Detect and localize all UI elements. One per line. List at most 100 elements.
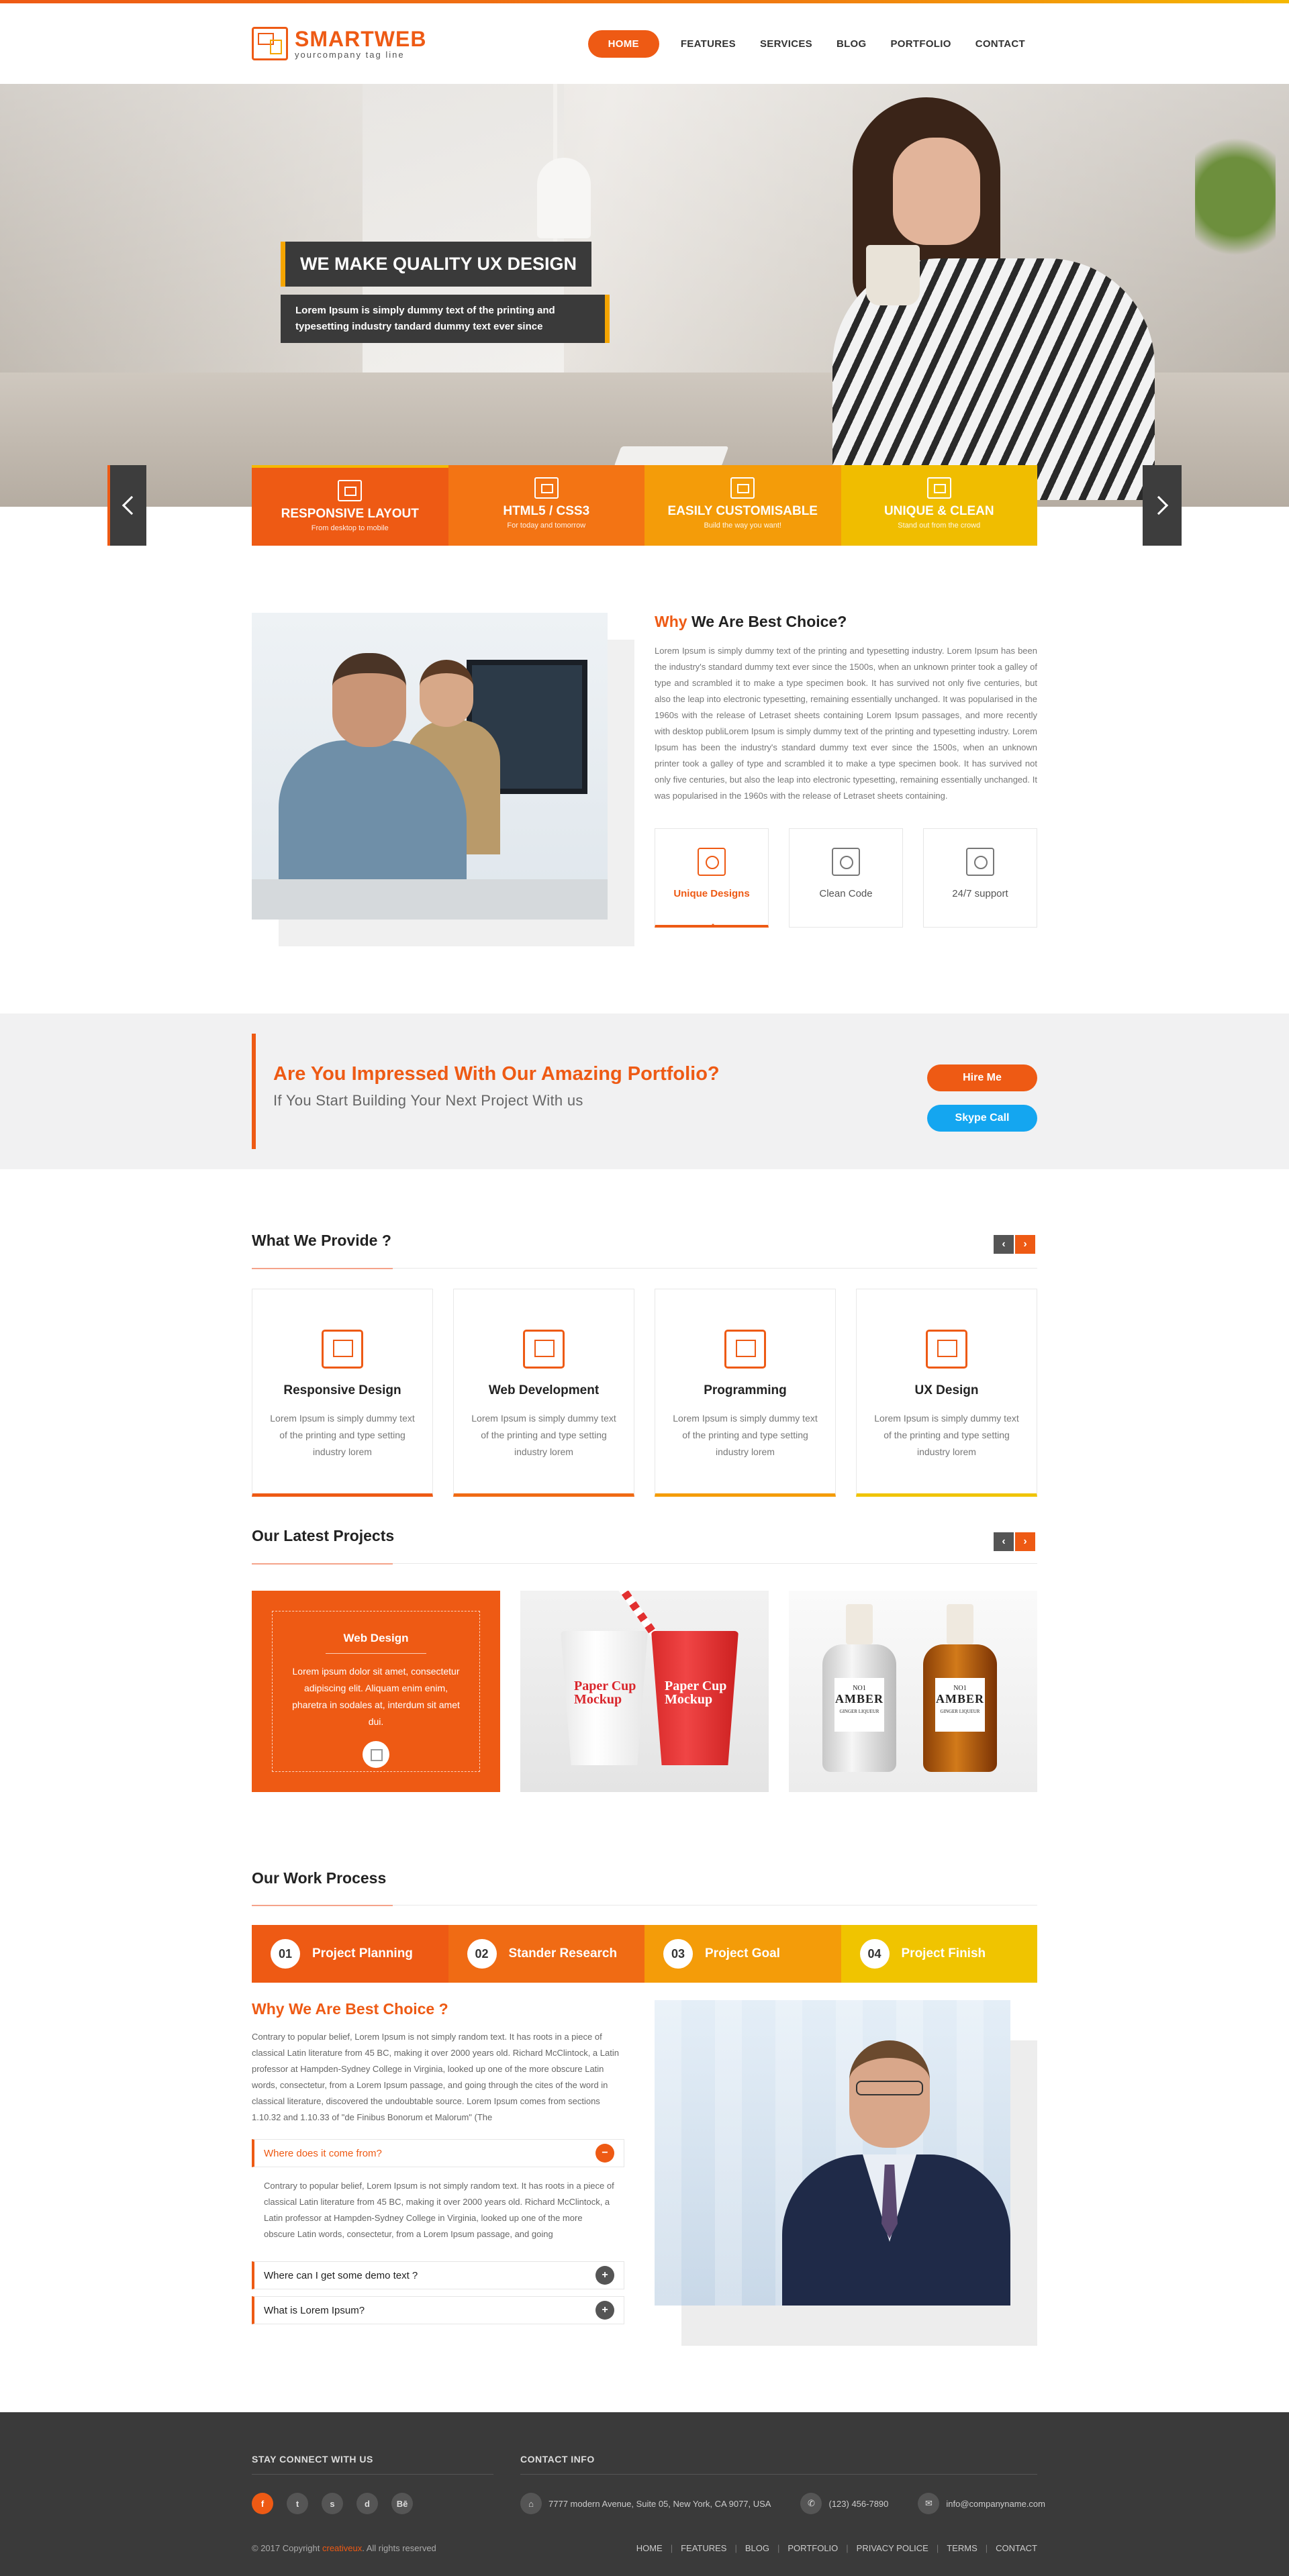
paper-cup-image: Paper Cup Mockup	[651, 1631, 738, 1765]
footer-link-features[interactable]: FEATURES	[681, 2543, 726, 2553]
plus-icon[interactable]: +	[595, 2266, 614, 2285]
slider-prev-button[interactable]	[107, 465, 146, 546]
ux-design-icon	[926, 1330, 967, 1369]
feature-easily-customisable[interactable]: EASILY CUSTOMISABLE Build the way you wa…	[644, 465, 841, 546]
service-card[interactable]: Web Development Lorem Ipsum is simply du…	[453, 1289, 634, 1497]
projects-prev-button[interactable]: ‹	[994, 1532, 1014, 1551]
card-support[interactable]: 24/7 support	[923, 828, 1037, 928]
projects-title: Our Latest Projects	[252, 1527, 395, 1544]
responsive-icon	[338, 480, 363, 501]
step-number: 04	[859, 1939, 890, 1969]
section-divider	[252, 1268, 1037, 1269]
nav-item-contact[interactable]: CONTACT	[963, 30, 1037, 58]
copyright: © 2017 Copyright creativeux. All rights …	[252, 2543, 436, 2553]
image-icon[interactable]	[363, 1741, 389, 1768]
provide-next-button[interactable]: ›	[1015, 1235, 1035, 1254]
bottle-label-name: AMBER	[936, 1692, 984, 1705]
step-tab[interactable]: 04 Project Finish	[841, 1925, 1037, 1983]
service-card[interactable]: Programming Lorem Ipsum is simply dummy …	[655, 1289, 836, 1497]
why-title: Why We Are Best Choice?	[655, 613, 1037, 631]
provide-title: What We Provide ?	[252, 1232, 391, 1249]
nav-item-services[interactable]: SERVICES	[748, 30, 824, 58]
accordion-question: Where can I get some demo text ?	[264, 2269, 418, 2281]
footer-link-terms[interactable]: TERMS	[947, 2543, 977, 2553]
clean-code-icon	[832, 848, 860, 876]
paper-cup-image: Paper Cup Mockup	[561, 1631, 648, 1765]
step-label: Project Finish	[901, 1946, 986, 1961]
step-label: Stander Research	[508, 1946, 618, 1961]
minus-icon[interactable]: −	[595, 2144, 614, 2163]
site-footer: STAY CONNECT WITH US CONTACT INFO f t s …	[0, 2412, 1289, 2576]
contact-email[interactable]: info@companyname.com	[946, 2499, 1045, 2509]
projects-next-button[interactable]: ›	[1015, 1532, 1035, 1551]
copyright-brand-link[interactable]: creativeux	[322, 2543, 362, 2553]
programming-icon	[724, 1330, 766, 1369]
footer-link-portfolio[interactable]: PORTFOLIO	[787, 2543, 838, 2553]
copyright-post: . All rights reserved	[362, 2543, 436, 2553]
footer-link-contact[interactable]: CONTACT	[996, 2543, 1037, 2553]
project-card-bottles[interactable]: NO1 AMBER GINGER LIQUEUR NO1 AMBER GINGER LI…	[789, 1591, 1037, 1792]
cta-banner: Are You Impressed With Our Amazing Portf…	[0, 1013, 1289, 1169]
bottle-label-top: NO1	[853, 1685, 866, 1692]
nav-item-home[interactable]: HOME	[587, 30, 659, 58]
skype-call-button[interactable]: Skype Call	[927, 1105, 1037, 1132]
card-clean-code[interactable]: Clean Code	[789, 828, 903, 928]
project-card-web-design[interactable]: Web Design Lorem ipsum dolor sit amet, c…	[252, 1591, 500, 1792]
feature-unique-clean[interactable]: UNIQUE & CLEAN Stand out from the crowd	[841, 465, 1037, 546]
step-tab[interactable]: 02 Stander Research	[448, 1925, 644, 1983]
bottle-label-name: AMBER	[835, 1692, 884, 1705]
footer-link-blog[interactable]: BLOG	[745, 2543, 769, 2553]
service-text: Lorem Ipsum is simply dummy text of the …	[874, 1413, 1019, 1457]
main-nav: HOME FEATURES SERVICES BLOG PORTFOLIO CO…	[587, 30, 1037, 58]
feature-subtitle: Build the way you want!	[704, 522, 782, 530]
process-text: Contrary to popular belief, Lorem Ipsum …	[252, 2032, 619, 2122]
hire-me-button[interactable]: Hire Me	[927, 1064, 1037, 1091]
nav-item-features[interactable]: FEATURES	[669, 30, 748, 58]
footer-link-home[interactable]: HOME	[636, 2543, 663, 2553]
feature-subtitle: Stand out from the crowd	[898, 522, 981, 530]
cup-label: Paper Cup Mockup	[665, 1679, 727, 1707]
footer-links: HOME | FEATURES | BLOG | PORTFOLIO | PRIVACY…	[636, 2543, 1037, 2553]
hero-slider: WE MAKE QUALITY UX DESIGN Lorem Ipsum is…	[0, 84, 1289, 507]
twitter-icon[interactable]: t	[287, 2493, 308, 2514]
behance-icon[interactable]: Bē	[391, 2493, 413, 2514]
chevron-left-icon	[122, 495, 142, 515]
cup-label: Paper Cup Mockup	[574, 1679, 636, 1707]
accordion-item[interactable]: Where does it come from? −	[252, 2139, 624, 2167]
nav-item-blog[interactable]: BLOG	[824, 30, 879, 58]
bottle-label-sub: GINGER LIQUEUR	[839, 1709, 879, 1714]
cta-subtitle: If You Start Building Your Next Project …	[273, 1092, 583, 1109]
service-text: Lorem Ipsum is simply dummy text of the …	[270, 1413, 415, 1457]
accordion-item[interactable]: Where can I get some demo text ? +	[252, 2261, 624, 2289]
copyright-pre: © 2017 Copyright	[252, 2543, 322, 2553]
projects-grid: Web Design Lorem ipsum dolor sit amet, c…	[252, 1591, 1037, 1792]
slider-next-button[interactable]	[1143, 465, 1182, 546]
skype-icon[interactable]: s	[322, 2493, 343, 2514]
feature-title: UNIQUE & CLEAN	[884, 504, 994, 518]
process-title: Our Work Process	[252, 1869, 387, 1887]
why-section: Why We Are Best Choice? Lorem Ipsum is s…	[252, 613, 1037, 948]
logo[interactable]: SMARTWEB yourcompany tag line	[252, 27, 426, 60]
step-tab[interactable]: 01 Project Planning	[252, 1925, 448, 1983]
accordion-item[interactable]: What is Lorem Ipsum? +	[252, 2296, 624, 2324]
service-title: Programming	[704, 1383, 787, 1397]
feature-html5-css3[interactable]: HTML5 / CSS3 For today and tomorrow	[448, 465, 644, 546]
home-icon: ⌂	[520, 2493, 542, 2514]
service-card[interactable]: Responsive Design Lorem Ipsum is simply …	[252, 1289, 433, 1497]
plus-icon[interactable]: +	[595, 2301, 614, 2320]
project-card-paper-cups[interactable]: Paper Cup Mockup Paper Cup Mockup	[520, 1591, 769, 1792]
footer-link-privacy[interactable]: PRIVACY POLICE	[857, 2543, 928, 2553]
provide-carousel-nav: ‹ ›	[994, 1235, 1035, 1254]
card-label: Unique Designs	[673, 888, 750, 899]
service-card[interactable]: UX Design Lorem Ipsum is simply dummy te…	[856, 1289, 1037, 1497]
social-links: f t s d Bē	[252, 2493, 413, 2514]
hero-woman-image	[792, 97, 1168, 500]
card-unique-designs[interactable]: Unique Designs	[655, 828, 769, 928]
dribbble-icon[interactable]: d	[356, 2493, 378, 2514]
nav-item-portfolio[interactable]: PORTFOLIO	[878, 30, 963, 58]
provide-prev-button[interactable]: ‹	[994, 1235, 1014, 1254]
step-number: 02	[467, 1939, 497, 1969]
feature-responsive-layout[interactable]: RESPONSIVE LAYOUT From desktop to mobile	[252, 465, 448, 546]
step-tab[interactable]: 03 Project Goal	[644, 1925, 841, 1983]
facebook-icon[interactable]: f	[252, 2493, 273, 2514]
